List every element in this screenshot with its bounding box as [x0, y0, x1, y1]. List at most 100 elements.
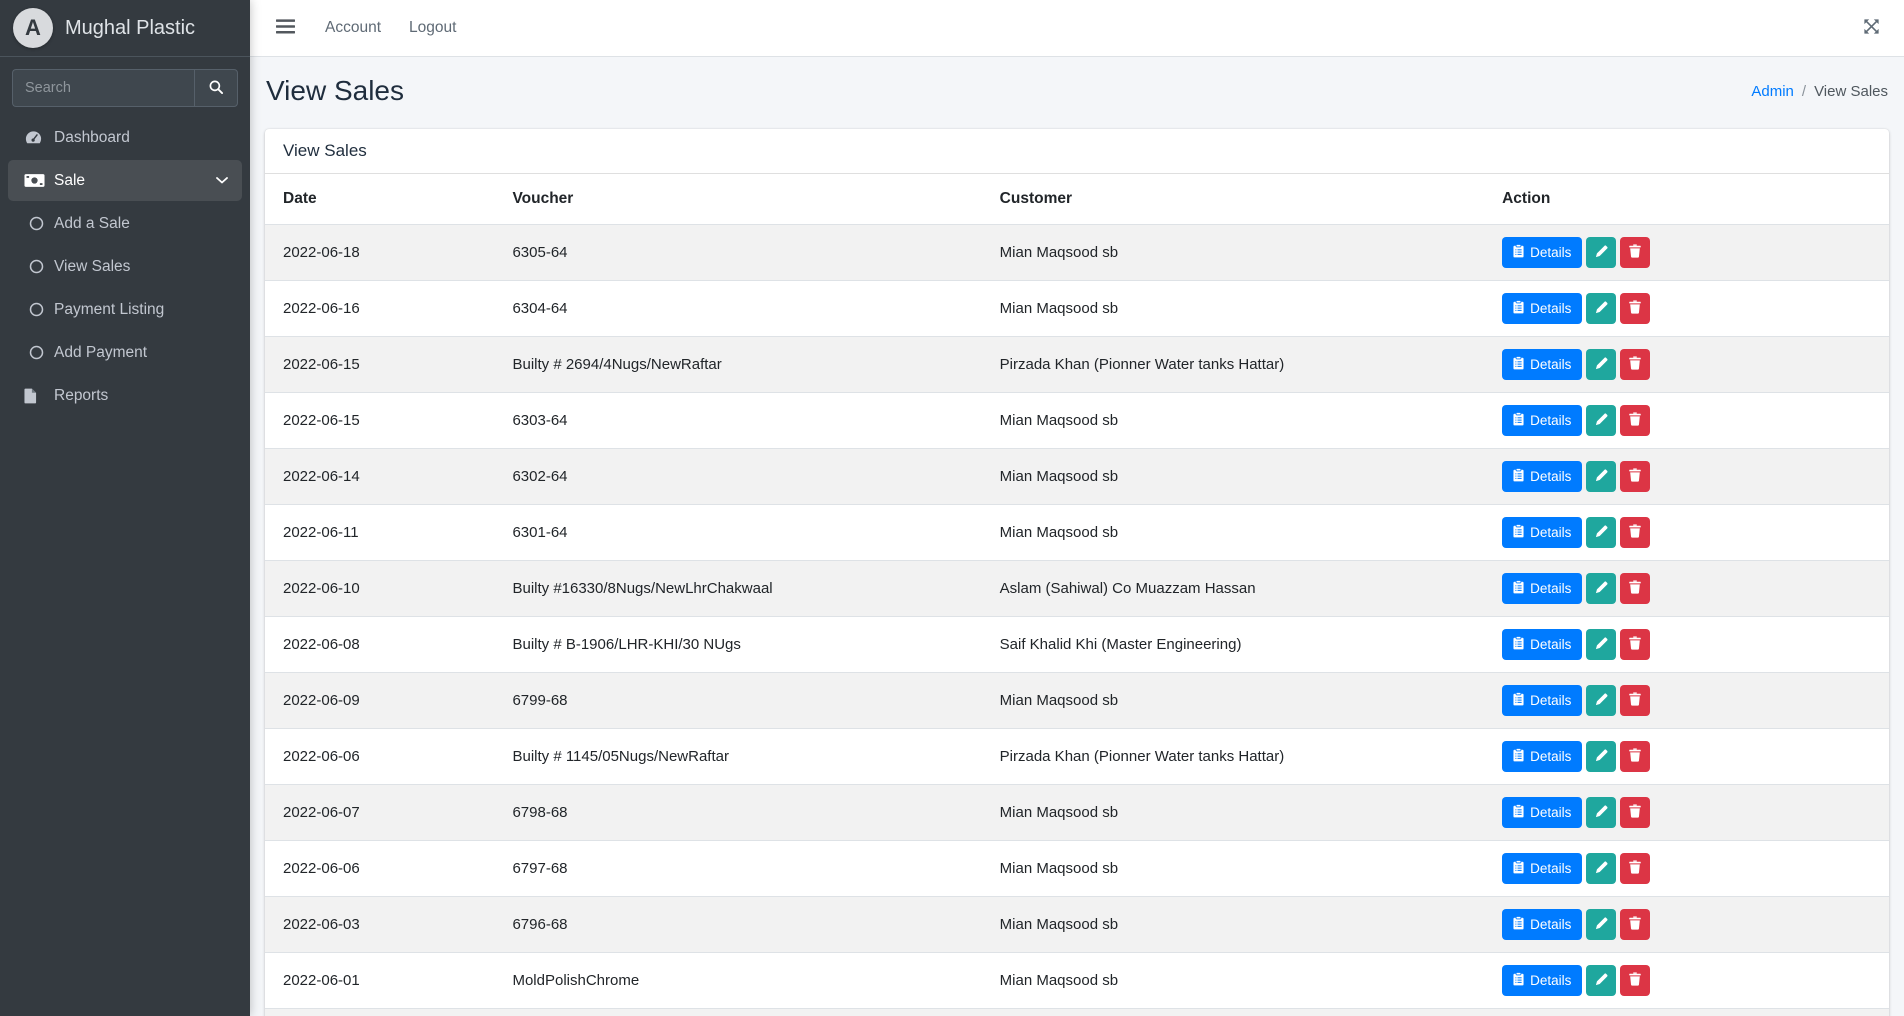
logout-link[interactable]: Logout — [409, 19, 456, 36]
delete-button[interactable] — [1620, 461, 1650, 492]
table-row: 2022-06-096799-68Mian Maqsood sbDetails — [265, 673, 1889, 729]
table-row: 2022-06-146302-64Mian Maqsood sbDetails — [265, 449, 1889, 505]
edit-button[interactable] — [1586, 853, 1616, 884]
delete-button[interactable] — [1620, 797, 1650, 828]
sale-voucher: 6799-68 — [500, 673, 987, 729]
account-link[interactable]: Account — [325, 19, 381, 36]
sale-voucher: 6798-68 — [500, 785, 987, 841]
search-button[interactable] — [194, 69, 238, 107]
sale-customer: Saif Khalid Khi (Master Engineering) — [988, 617, 1478, 673]
breadcrumb-current: View Sales — [1814, 83, 1888, 100]
edit-button[interactable] — [1586, 741, 1616, 772]
delete-button[interactable] — [1620, 293, 1650, 324]
edit-button[interactable] — [1586, 293, 1616, 324]
action-cell: Details — [1478, 729, 1889, 785]
clipboard-icon — [1513, 244, 1524, 261]
content: View Sales Admin / View Sales View Sales… — [250, 57, 1904, 1016]
action-cell: Details — [1478, 953, 1889, 1009]
brand[interactable]: A Mughal Plastic — [0, 0, 250, 57]
table-row: 2022-06-166304-64Mian Maqsood sbDetails — [265, 281, 1889, 337]
sidebar-item-add-a-sale[interactable]: Add a Sale — [8, 203, 242, 244]
file-icon — [24, 388, 54, 404]
table-row: 2022-06-066797-68Mian Maqsood sbDetails — [265, 841, 1889, 897]
details-button[interactable]: Details — [1502, 629, 1582, 660]
edit-button[interactable] — [1586, 797, 1616, 828]
details-button[interactable]: Details — [1502, 853, 1582, 884]
details-button[interactable]: Details — [1502, 517, 1582, 548]
edit-button[interactable] — [1586, 461, 1616, 492]
action-cell: Details — [1478, 449, 1889, 505]
trash-icon — [1629, 916, 1641, 933]
pencil-icon — [1595, 245, 1608, 261]
clipboard-icon — [1513, 860, 1524, 877]
details-button[interactable]: Details — [1502, 293, 1582, 324]
details-button[interactable]: Details — [1502, 965, 1582, 996]
trash-icon — [1629, 972, 1641, 989]
details-button[interactable]: Details — [1502, 573, 1582, 604]
details-button[interactable]: Details — [1502, 461, 1582, 492]
sidebar-item-view-sales[interactable]: View Sales — [8, 246, 242, 287]
edit-button[interactable] — [1586, 237, 1616, 268]
sale-customer: Mian Maqsood sb — [988, 225, 1478, 281]
sale-customer: Mian Maqsood sb — [988, 953, 1478, 1009]
sale-customer: Mian Maqsood sb — [988, 281, 1478, 337]
pencil-icon — [1595, 861, 1608, 877]
circle-icon — [29, 302, 54, 317]
trash-icon — [1629, 804, 1641, 821]
details-button[interactable]: Details — [1502, 909, 1582, 940]
details-button[interactable]: Details — [1502, 405, 1582, 436]
pencil-icon — [1595, 637, 1608, 653]
details-button[interactable]: Details — [1502, 349, 1582, 380]
edit-button[interactable] — [1586, 517, 1616, 548]
edit-button[interactable] — [1586, 405, 1616, 436]
delete-button[interactable] — [1620, 629, 1650, 660]
sale-voucher: 6796-68 — [500, 897, 987, 953]
sale-voucher: Builty # B-1906/LHR-KHI/30 NUgs — [500, 617, 987, 673]
edit-button[interactable] — [1586, 909, 1616, 940]
delete-button[interactable] — [1620, 237, 1650, 268]
edit-button[interactable] — [1586, 685, 1616, 716]
sidebar-menu: DashboardSaleAdd a SaleView SalesPayment… — [0, 113, 250, 422]
details-button[interactable]: Details — [1502, 237, 1582, 268]
details-button[interactable]: Details — [1502, 797, 1582, 828]
circle-icon — [29, 345, 54, 360]
main: Account Logout View Sales Admin / View Sa… — [250, 0, 1904, 1016]
table-row: 2022-06-036796-68Mian Maqsood sbDetails — [265, 897, 1889, 953]
delete-button[interactable] — [1620, 909, 1650, 940]
edit-button[interactable] — [1586, 573, 1616, 604]
search-input[interactable] — [12, 69, 194, 107]
edit-button[interactable] — [1586, 965, 1616, 996]
delete-button[interactable] — [1620, 517, 1650, 548]
delete-button[interactable] — [1620, 349, 1650, 380]
breadcrumb-admin-link[interactable]: Admin — [1751, 83, 1794, 100]
delete-button[interactable] — [1620, 741, 1650, 772]
view-sales-card: View Sales Date Voucher Customer Action … — [265, 129, 1889, 1016]
delete-button[interactable] — [1620, 685, 1650, 716]
sale-voucher: Builty # 2694/4Nugs/NewRaftar — [500, 337, 987, 393]
brand-name: Mughal Plastic — [65, 17, 195, 40]
clipboard-icon — [1513, 524, 1524, 541]
delete-button[interactable] — [1620, 405, 1650, 436]
action-cell: Details — [1478, 617, 1889, 673]
edit-button[interactable] — [1586, 629, 1616, 660]
top-navbar: Account Logout — [250, 0, 1904, 57]
sidebar-item-reports[interactable]: Reports — [8, 375, 242, 416]
edit-button[interactable] — [1586, 349, 1616, 380]
delete-button[interactable] — [1620, 965, 1650, 996]
sidebar-item-dashboard[interactable]: Dashboard — [8, 117, 242, 158]
circle-icon — [29, 259, 54, 274]
details-button[interactable]: Details — [1502, 685, 1582, 716]
table-row: 2022-06-15Builty # 2694/4Nugs/NewRaftarP… — [265, 337, 1889, 393]
sidebar-item-payment-listing[interactable]: Payment Listing — [8, 289, 242, 330]
delete-button[interactable] — [1620, 573, 1650, 604]
delete-button[interactable] — [1620, 853, 1650, 884]
sale-voucher: 6301-64 — [500, 505, 987, 561]
fullscreen-button[interactable] — [1857, 12, 1886, 44]
sidebar-toggle-button[interactable] — [268, 13, 303, 43]
action-cell: Details — [1478, 281, 1889, 337]
clipboard-icon — [1513, 804, 1524, 821]
sidebar-item-add-payment[interactable]: Add Payment — [8, 332, 242, 373]
pencil-icon — [1595, 525, 1608, 541]
sidebar-item-sale[interactable]: Sale — [8, 160, 242, 201]
details-button[interactable]: Details — [1502, 741, 1582, 772]
